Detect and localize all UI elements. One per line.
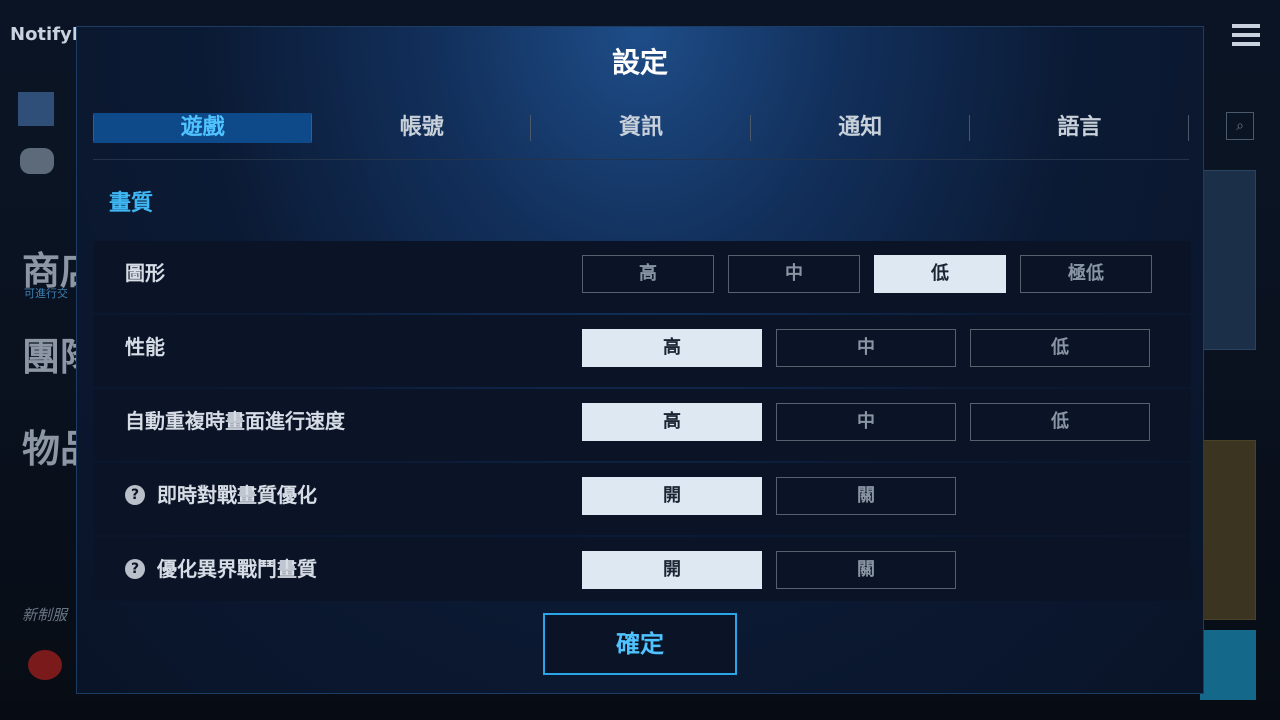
setting-label-otherworld-battle-quality: ? 優化異界戰鬥畫質 xyxy=(125,537,317,601)
tab-notification[interactable]: 通知 xyxy=(751,113,971,143)
graphics-option-very-low[interactable]: 極低 xyxy=(1020,255,1152,293)
settings-dialog: 設定 遊戲 帳號 資訊 通知 語言 畫質 圖形 高 中 低 極低 性能 高 中 … xyxy=(76,26,1204,694)
graphics-option-medium[interactable]: 中 xyxy=(728,255,860,293)
setting-row-otherworld-battle-quality: ? 優化異界戰鬥畫質 開 關 xyxy=(93,537,1191,601)
background-panel-3 xyxy=(1200,630,1256,700)
auto-repeat-speed-options: 高 中 低 xyxy=(582,403,1164,441)
dialog-title: 設定 xyxy=(611,46,668,79)
graphics-option-low[interactable]: 低 xyxy=(874,255,1006,293)
menu-icon xyxy=(1232,24,1260,46)
otherworld-battle-quality-options: 開 關 xyxy=(582,551,970,589)
realtime-battle-option-on[interactable]: 開 xyxy=(582,477,762,515)
tab-account[interactable]: 帳號 xyxy=(312,113,532,143)
background-red-icon xyxy=(28,650,62,680)
background-avatar xyxy=(18,92,54,126)
background-italic-label: 新制服 xyxy=(22,606,68,624)
settings-rows: 圖形 高 中 低 極低 性能 高 中 低 自動重複時畫面進行速度 高 中 低 ?… xyxy=(93,241,1191,603)
background-panel-1 xyxy=(1200,170,1256,350)
search-icon: ⌕ xyxy=(1226,112,1254,140)
background-shop-sub: 可進行交 xyxy=(24,287,68,300)
otherworld-battle-option-on[interactable]: 開 xyxy=(582,551,762,589)
setting-row-realtime-battle-quality: ? 即時對戰畫質優化 開 關 xyxy=(93,463,1191,535)
help-icon[interactable]: ? xyxy=(125,484,145,505)
setting-row-graphics: 圖形 高 中 低 極低 xyxy=(93,241,1191,313)
auto-repeat-option-low[interactable]: 低 xyxy=(970,403,1150,441)
otherworld-battle-option-off[interactable]: 關 xyxy=(776,551,956,589)
graphics-options: 高 中 低 極低 xyxy=(582,255,1166,293)
setting-row-auto-repeat-speed: 自動重複時畫面進行速度 高 中 低 xyxy=(93,389,1191,461)
performance-option-low[interactable]: 低 xyxy=(970,329,1150,367)
setting-label-performance: 性能 xyxy=(125,335,165,359)
performance-options: 高 中 低 xyxy=(582,329,1164,367)
auto-repeat-option-high[interactable]: 高 xyxy=(582,403,762,441)
setting-row-performance: 性能 高 中 低 xyxy=(93,315,1191,387)
setting-label-text: 即時對戰畫質優化 xyxy=(157,483,317,507)
tab-game[interactable]: 遊戲 xyxy=(93,113,313,143)
setting-label-realtime-battle-quality: ? 即時對戰畫質優化 xyxy=(125,463,317,527)
performance-option-medium[interactable]: 中 xyxy=(776,329,956,367)
gamepad-icon xyxy=(20,148,54,174)
tab-language[interactable]: 語言 xyxy=(970,113,1190,143)
performance-option-high[interactable]: 高 xyxy=(582,329,762,367)
auto-repeat-option-medium[interactable]: 中 xyxy=(776,403,956,441)
setting-label-auto-repeat-speed: 自動重複時畫面進行速度 xyxy=(125,409,345,433)
realtime-battle-option-off[interactable]: 關 xyxy=(776,477,956,515)
section-title-graphics: 畫質 xyxy=(109,191,154,216)
confirm-button[interactable]: 確定 xyxy=(543,613,737,675)
tabs-divider xyxy=(93,159,1189,160)
realtime-battle-quality-options: 開 關 xyxy=(582,477,970,515)
setting-label-graphics: 圖形 xyxy=(125,261,165,285)
background-app-label: NotifyB xyxy=(10,24,86,45)
background-panel-2 xyxy=(1200,440,1256,620)
tab-info[interactable]: 資訊 xyxy=(531,113,751,143)
settings-tabs: 遊戲 帳號 資訊 通知 語言 xyxy=(93,113,1190,143)
help-icon[interactable]: ? xyxy=(125,558,145,579)
setting-label-text: 優化異界戰鬥畫質 xyxy=(157,557,317,581)
graphics-option-high[interactable]: 高 xyxy=(582,255,714,293)
